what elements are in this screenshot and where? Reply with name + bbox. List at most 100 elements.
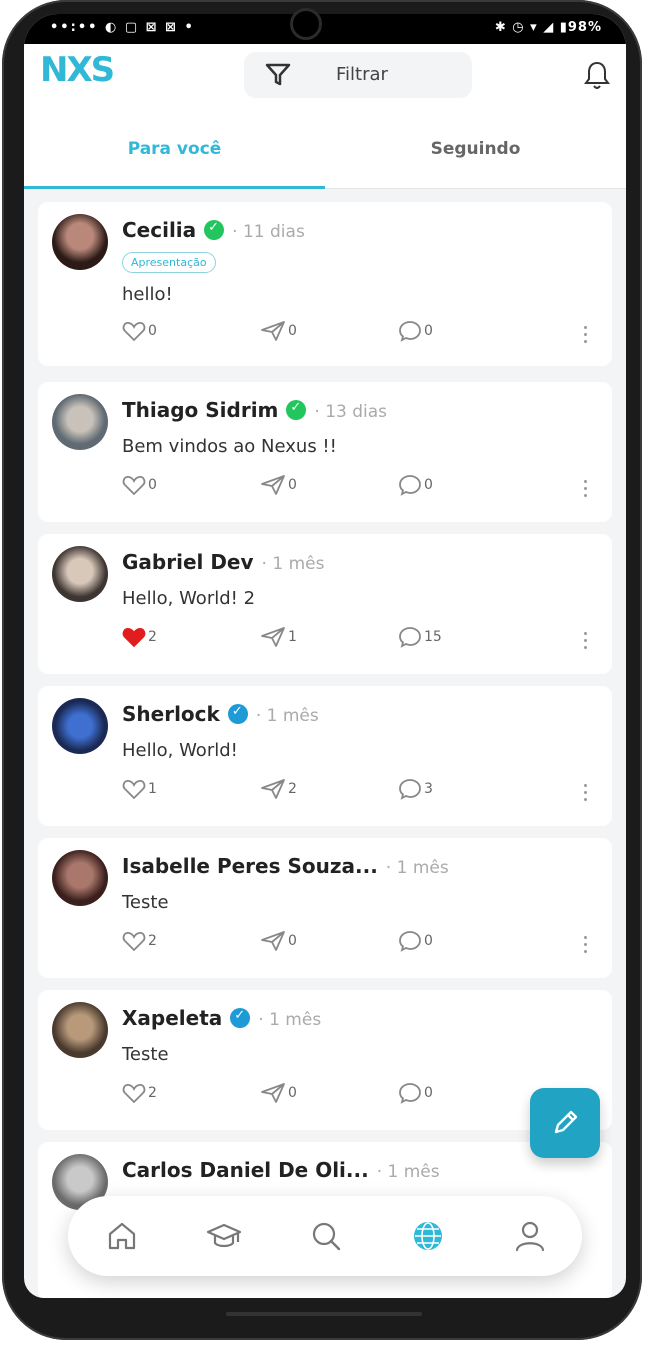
author-name: Xapeleta bbox=[122, 1006, 223, 1030]
like-button[interactable]: 2 bbox=[122, 626, 157, 656]
heart-icon bbox=[122, 932, 146, 952]
comment-button[interactable]: 15 bbox=[398, 626, 442, 656]
share-button[interactable]: 1 bbox=[260, 626, 297, 656]
post-author[interactable]: Thiago Sidrim · 13 dias bbox=[122, 398, 387, 422]
author-name: Gabriel Dev bbox=[122, 550, 254, 574]
avatar[interactable] bbox=[52, 546, 108, 602]
bell-icon[interactable] bbox=[582, 60, 612, 92]
avatar[interactable] bbox=[52, 850, 108, 906]
avatar[interactable] bbox=[52, 698, 108, 754]
profile-icon[interactable] bbox=[510, 1216, 550, 1256]
status-right: ✱ ◷ ▾ ◢ ▮98% bbox=[494, 20, 602, 35]
phone-frame: ••:•• ◐ ▢ ⊠ ⊠ • ✱ ◷ ▾ ◢ ▮98% NXS Filtrar… bbox=[2, 0, 642, 1340]
comment-button[interactable]: 0 bbox=[398, 930, 433, 960]
like-button[interactable]: 2 bbox=[122, 1082, 157, 1112]
author-name: Cecilia bbox=[122, 218, 197, 242]
share-button[interactable]: 0 bbox=[260, 930, 297, 960]
home-icon[interactable] bbox=[102, 1216, 142, 1256]
send-icon bbox=[261, 931, 285, 951]
globe-icon[interactable] bbox=[408, 1216, 448, 1256]
post-card[interactable]: Cecilia · 11 dias Apresentação hello! 0 0… bbox=[38, 202, 612, 366]
share-button[interactable]: 0 bbox=[260, 474, 297, 504]
post-author[interactable]: Gabriel Dev · 1 mês bbox=[122, 550, 324, 574]
tab-seguindo[interactable]: Seguindo bbox=[325, 110, 626, 188]
post-text: Hello, World! 2 bbox=[122, 588, 256, 609]
comment-icon bbox=[399, 321, 421, 342]
post-time: · 1 mês bbox=[385, 858, 449, 878]
share-count: 0 bbox=[288, 1085, 297, 1101]
send-icon bbox=[261, 321, 285, 341]
like-count: 2 bbox=[148, 1085, 157, 1101]
tab-para-voce[interactable]: Para você bbox=[24, 110, 325, 188]
post-actions: 0 0 0 bbox=[122, 320, 592, 350]
comment-icon bbox=[399, 627, 421, 648]
avatar[interactable] bbox=[52, 214, 108, 270]
post-time: · 1 mês bbox=[255, 706, 319, 726]
more-options-icon[interactable] bbox=[584, 936, 588, 956]
heart-icon bbox=[122, 780, 146, 800]
verified-icon bbox=[227, 703, 248, 724]
more-options-icon[interactable] bbox=[584, 326, 588, 346]
post-author[interactable]: Isabelle Peres Souza... · 1 mês bbox=[122, 854, 449, 878]
post-card[interactable]: Sherlock · 1 mês Hello, World! 1 2 3 bbox=[38, 686, 612, 826]
graduation-cap-icon[interactable] bbox=[204, 1216, 244, 1256]
share-count: 0 bbox=[288, 477, 297, 493]
comment-button[interactable]: 3 bbox=[398, 778, 433, 808]
like-count: 0 bbox=[148, 477, 157, 493]
send-icon bbox=[261, 779, 285, 799]
post-text: hello! bbox=[122, 284, 173, 305]
feed-tabs: Para você Seguindo bbox=[24, 110, 626, 189]
comment-icon bbox=[399, 779, 421, 800]
share-button[interactable]: 2 bbox=[260, 778, 297, 808]
more-options-icon[interactable] bbox=[584, 480, 588, 500]
search-icon[interactable] bbox=[306, 1216, 346, 1256]
active-tab-indicator bbox=[24, 186, 325, 189]
post-card[interactable]: Xapeleta · 1 mês Teste 2 0 0 bbox=[38, 990, 612, 1130]
comment-count: 0 bbox=[424, 933, 433, 949]
comment-count: 3 bbox=[424, 781, 433, 797]
post-text: Hello, World! bbox=[122, 740, 238, 761]
new-post-button[interactable] bbox=[530, 1088, 600, 1158]
like-button[interactable]: 0 bbox=[122, 320, 157, 350]
share-button[interactable]: 0 bbox=[260, 320, 297, 350]
avatar[interactable] bbox=[52, 394, 108, 450]
post-text: Teste bbox=[122, 892, 169, 913]
share-count: 1 bbox=[288, 629, 297, 645]
post-card[interactable]: Gabriel Dev · 1 mês Hello, World! 2 2 1 1… bbox=[38, 534, 612, 674]
post-text: Bem vindos ao Nexus !! bbox=[122, 436, 337, 457]
front-camera bbox=[290, 8, 322, 40]
post-author[interactable]: Sherlock · 1 mês bbox=[122, 702, 319, 726]
post-card[interactable]: Isabelle Peres Souza... · 1 mês Teste 2 0… bbox=[38, 838, 612, 978]
post-author[interactable]: Carlos Daniel De Oli... · 1 mês bbox=[122, 1158, 440, 1182]
comment-button[interactable]: 0 bbox=[398, 474, 433, 504]
filter-button[interactable]: Filtrar bbox=[244, 52, 472, 98]
avatar[interactable] bbox=[52, 1002, 108, 1058]
heart-filled-icon bbox=[122, 628, 146, 648]
author-name: Thiago Sidrim bbox=[122, 398, 279, 422]
comment-button[interactable]: 0 bbox=[398, 320, 433, 350]
comment-icon bbox=[399, 1083, 421, 1104]
like-count: 1 bbox=[148, 781, 157, 797]
post-time: · 1 mês bbox=[376, 1162, 440, 1182]
post-time: · 1 mês bbox=[261, 554, 325, 574]
share-button[interactable]: 0 bbox=[260, 1082, 297, 1112]
post-card[interactable]: Thiago Sidrim · 13 dias Bem vindos ao Nex… bbox=[38, 382, 612, 522]
status-bar: ••:•• ◐ ▢ ⊠ ⊠ • ✱ ◷ ▾ ◢ ▮98% bbox=[24, 14, 626, 44]
status-left: ••:•• ◐ ▢ ⊠ ⊠ • bbox=[50, 20, 195, 35]
more-options-icon[interactable] bbox=[584, 784, 588, 804]
heart-icon bbox=[122, 1084, 146, 1104]
comment-button[interactable]: 0 bbox=[398, 1082, 433, 1112]
funnel-icon bbox=[265, 63, 291, 86]
like-button[interactable]: 1 bbox=[122, 778, 157, 808]
like-button[interactable]: 2 bbox=[122, 930, 157, 960]
more-options-icon[interactable] bbox=[584, 632, 588, 652]
post-author[interactable]: Cecilia · 11 dias bbox=[122, 218, 305, 242]
home-indicator bbox=[226, 1312, 422, 1316]
author-name: Isabelle Peres Souza... bbox=[122, 854, 378, 878]
post-author[interactable]: Xapeleta · 1 mês bbox=[122, 1006, 321, 1030]
like-button[interactable]: 0 bbox=[122, 474, 157, 504]
bottom-navigation bbox=[68, 1196, 582, 1276]
author-name: Sherlock bbox=[122, 702, 220, 726]
post-tag[interactable]: Apresentação bbox=[122, 252, 216, 273]
send-icon bbox=[261, 627, 285, 647]
